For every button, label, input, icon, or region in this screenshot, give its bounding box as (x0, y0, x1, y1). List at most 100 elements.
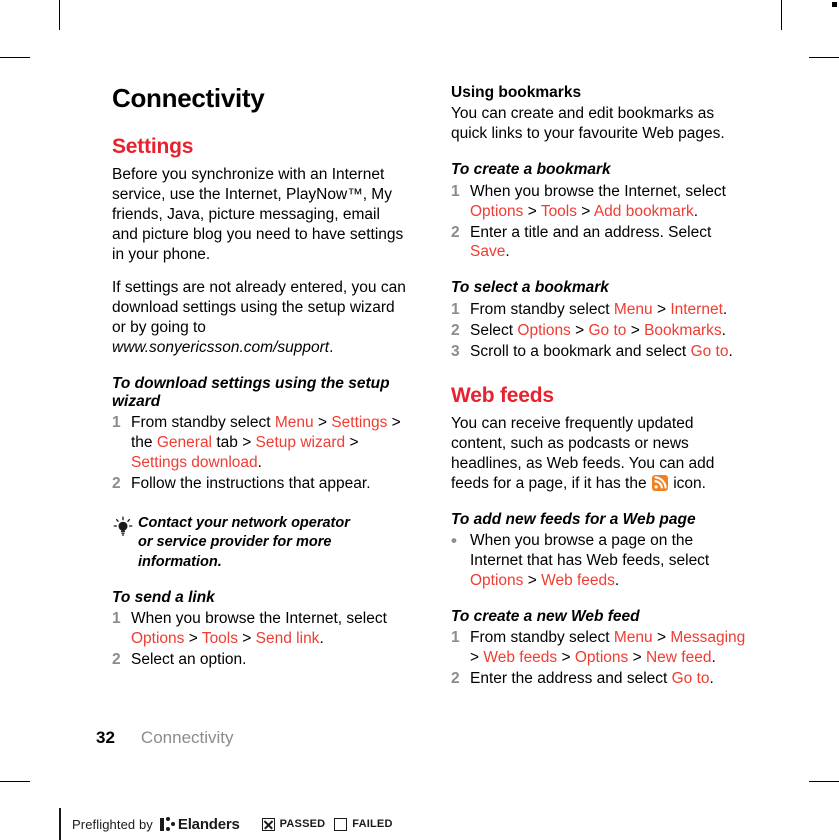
path-separator: > (184, 630, 202, 648)
path-separator: > (652, 300, 671, 318)
step-text: From standby select Menu > Settings > th… (131, 413, 408, 473)
menu-path-item: Menu (613, 300, 653, 318)
step-text: Select Options > Go to > Bookmarks. (470, 321, 747, 341)
page-title: Connectivity (112, 83, 265, 113)
step-marker: 3 (451, 342, 460, 360)
tip-line-1: Contact your network operator (138, 515, 350, 532)
elanders-logo-icon (159, 817, 175, 831)
paragraph-text: If settings are not already entered, you… (112, 278, 406, 336)
failed-label: FAILED (352, 818, 393, 830)
step-marker: 1 (451, 629, 460, 647)
path-separator: > (345, 434, 359, 452)
list-item: 1 From standby select Menu > Internet. (451, 300, 747, 320)
preflight-label: Preflighted by (72, 816, 153, 832)
step-text-part: . (693, 202, 699, 220)
list-item: • When you browse a page on the Internet… (451, 531, 747, 591)
menu-path-item: Send link (255, 630, 320, 648)
path-separator: > (570, 321, 589, 339)
step-marker: 2 (451, 670, 460, 688)
procedure-steps-create-feed: 1 From standby select Menu > Messaging >… (451, 628, 747, 689)
step-text: Enter a title and an address. Select Sav… (470, 223, 747, 263)
step-text-part: From standby select (470, 629, 614, 647)
menu-path-item: Options (470, 572, 524, 590)
path-separator: > (523, 572, 542, 590)
step-text: Select an option. (131, 651, 247, 669)
step-marker: 2 (451, 223, 460, 241)
procedure-heading-create-bookmark: To create a bookmark (451, 161, 611, 179)
web-feeds-paragraph: You can receive frequently updated conte… (451, 414, 747, 494)
list-item: 1 When you browse the Internet, select O… (112, 609, 408, 649)
step-text: Follow the instructions that appear. (131, 475, 371, 493)
page-number: 32 (96, 728, 115, 747)
path-separator: > (470, 649, 484, 667)
step-text-part: . (709, 670, 714, 688)
step-text-part: tab (212, 434, 243, 452)
menu-path-item: General (156, 434, 213, 452)
menu-path-item: Web feeds (483, 649, 558, 667)
step-text: When you browse the Internet, select Opt… (470, 182, 747, 222)
menu-path-item: Go to (671, 670, 710, 688)
menu-path-item: Bookmarks (644, 321, 722, 339)
menu-path-item: Setup wizard (255, 434, 346, 452)
step-text: When you browse the Internet, select Opt… (131, 609, 408, 649)
tip-callout: Contact your network operator or service… (112, 514, 408, 572)
support-url: www.sonyericsson.com/support (112, 338, 330, 356)
tip-line-2: or service provider for more information… (138, 534, 332, 570)
two-column-layout: Connectivity Settings Before you synchro… (112, 84, 747, 690)
settings-intro-paragraph: Before you synchronize with an Internet … (112, 165, 404, 263)
procedure-steps-create-bookmark: 1 When you browse the Internet, select O… (451, 182, 747, 263)
checkbox-empty-icon (334, 817, 348, 831)
right-column: Using bookmarks You can create and edit … (451, 84, 747, 690)
menu-path-item: Web feeds (541, 572, 615, 590)
step-marker: 1 (451, 182, 460, 200)
step-text-part: the (131, 434, 157, 452)
lightbulb-icon (112, 514, 138, 572)
menu-path-item: Tools (540, 202, 577, 220)
path-separator: > (387, 414, 401, 432)
menu-path-item: Options (470, 202, 524, 220)
list-item: 3 Scroll to a bookmark and select Go to. (451, 342, 747, 362)
menu-path-item: Go to (690, 342, 729, 360)
elanders-wordmark: Elanders (177, 815, 240, 833)
procedure-heading-setup-wizard: To download settings using the setup wiz… (112, 374, 390, 410)
step-text-part: . (257, 454, 262, 472)
step-text-part: . (721, 321, 726, 339)
menu-path-item: Options (517, 321, 571, 339)
menu-path-item: Options (131, 630, 185, 648)
failed-checkbox[interactable]: FAILED (334, 817, 393, 831)
menu-path-item: Menu (274, 414, 314, 432)
passed-checkbox[interactable]: PASSED (261, 817, 326, 831)
step-text-part: . (722, 300, 728, 318)
list-item: 1 From standby select Menu > Messaging >… (451, 628, 747, 668)
menu-path-item: Settings download (131, 454, 258, 472)
list-item: 2 Select an option. (112, 650, 408, 670)
step-text: Enter the address and select Go to. (470, 669, 747, 689)
settings-download-paragraph: If settings are not already entered, you… (112, 278, 408, 358)
menu-path-item: New feed (645, 649, 712, 667)
paragraph-text-end: icon. (668, 474, 706, 492)
step-text-part: When you browse the Internet, select (470, 182, 726, 200)
step-text-part: . (728, 342, 733, 360)
step-text-part: . (505, 243, 510, 261)
step-text-part: From standby select (131, 414, 275, 432)
using-bookmarks-paragraph: You can create and edit bookmarks as qui… (451, 105, 725, 143)
step-marker: 1 (112, 414, 121, 432)
menu-path-item: Settings (331, 414, 388, 432)
paragraph-text-end: . (329, 338, 334, 356)
checkbox-checked-icon (261, 817, 275, 831)
section-heading-web-feeds: Web feeds (451, 383, 554, 407)
menu-path-item: Tools (201, 630, 238, 648)
step-text-part: When you browse a page on the Internet t… (470, 532, 710, 570)
rss-feed-icon (651, 474, 668, 491)
procedure-heading-create-feed: To create a new Web feed (451, 608, 640, 626)
step-text-part: . (711, 649, 716, 667)
step-marker: 1 (451, 300, 460, 318)
step-text-part: Enter the address and select (470, 670, 672, 688)
procedure-steps-setup-wizard: 1 From standby select Menu > Settings > … (112, 413, 408, 494)
step-text-part: Enter a title and an address. Select (470, 223, 712, 241)
list-item: 2 Enter the address and select Go to. (451, 669, 747, 689)
tip-text: Contact your network operator or service… (138, 514, 408, 572)
step-text: From standby select Menu > Internet. (470, 300, 747, 320)
procedure-heading-send-link: To send a link (112, 588, 215, 606)
step-text: From standby select Menu > Messaging > W… (470, 628, 747, 668)
